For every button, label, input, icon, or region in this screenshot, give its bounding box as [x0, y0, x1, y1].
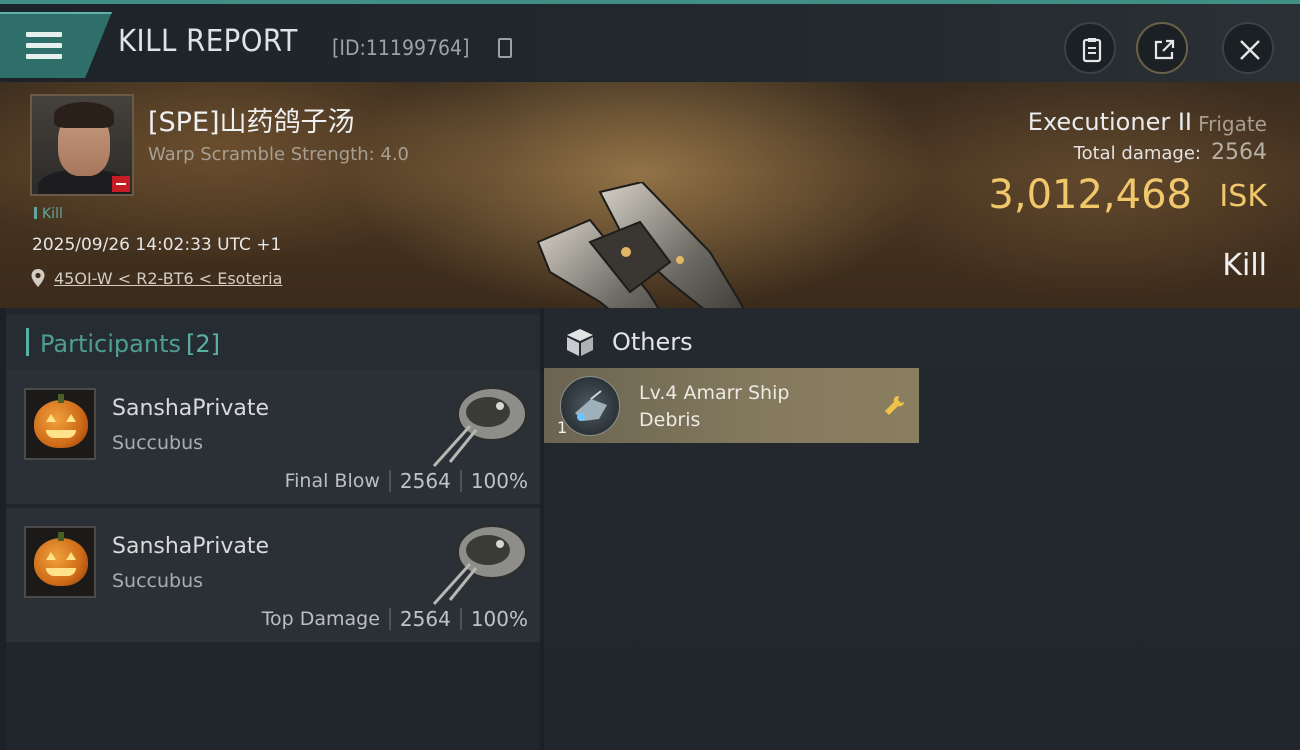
victim-avatar[interactable] [30, 94, 134, 196]
location-pin-icon [31, 269, 45, 287]
menu-icon [26, 32, 62, 62]
participant-row[interactable]: SanshaPrivate Succubus Final Blow 2564 1… [6, 370, 540, 504]
item-quantity: 1 [557, 418, 568, 437]
participants-label: Participants [40, 330, 181, 358]
close-button[interactable] [1222, 22, 1274, 74]
isk-value: 3,012,468 [988, 172, 1192, 218]
participant-ship: Succubus [112, 432, 204, 454]
menu-button[interactable] [0, 12, 112, 78]
participant-stats: Final Blow 2564 100% [285, 469, 528, 493]
close-icon [1240, 40, 1260, 60]
participant-avatar [24, 388, 96, 460]
participants-panel: Participants [2] SanshaPrivate Succubus … [6, 308, 540, 750]
isk-unit: ISK [1219, 179, 1267, 214]
participants-count: [2] [186, 330, 220, 358]
participant-name: SanshaPrivate [112, 534, 269, 559]
corp-badge-icon [112, 176, 130, 192]
share-button[interactable] [1136, 22, 1188, 74]
cube-icon [567, 329, 593, 356]
participant-avatar [24, 526, 96, 598]
others-panel: Others 1 Lv.4 Amarr Ship Debris [544, 308, 1300, 750]
copy-icon[interactable] [498, 38, 512, 58]
victim-ship-class: Frigate [1198, 112, 1267, 136]
participant-percent: 100% [470, 469, 528, 493]
kill-location-link[interactable]: 45OI-W < R2-BT6 < Esoteria [54, 269, 282, 288]
page-title: KILL REPORT [118, 24, 298, 59]
kill-timestamp: 2025/09/26 14:02:33 UTC +1 [32, 235, 282, 255]
warp-scramble-strength: Warp Scramble Strength: 4.0 [148, 144, 410, 165]
clipboard-icon [1082, 38, 1102, 63]
victim-banner: [SPE]山药鸽子汤 Warp Scramble Strength: 4.0 K… [0, 82, 1300, 371]
participant-damage: 2564 [399, 469, 451, 493]
kill-tag: Kill [34, 206, 63, 222]
total-damage-label: Total damage: [1073, 143, 1201, 164]
clipboard-button[interactable] [1064, 22, 1116, 74]
others-header: Others [544, 322, 1300, 362]
participant-role: Top Damage [261, 608, 380, 630]
participant-damage: 2564 [399, 607, 451, 631]
participants-header: Participants [2] [6, 314, 540, 372]
pumpkin-icon [34, 532, 88, 586]
wrench-icon[interactable] [883, 394, 907, 418]
share-icon [1154, 39, 1175, 60]
participant-ship: Succubus [112, 570, 204, 592]
participant-stats: Top Damage 2564 100% [262, 607, 528, 631]
participant-percent: 100% [470, 607, 528, 631]
item-name: Lv.4 Amarr Ship Debris [639, 382, 790, 431]
participant-row[interactable]: SanshaPrivate Succubus Top Damage 2564 1… [6, 508, 540, 642]
participant-role: Final Blow [284, 470, 380, 492]
report-id: [ID:11199764] [332, 36, 470, 60]
dropped-item-card[interactable]: 1 Lv.4 Amarr Ship Debris [544, 368, 919, 443]
others-label: Others [612, 328, 693, 356]
debris-item-icon [560, 376, 620, 436]
pumpkin-icon [34, 394, 88, 448]
kill-result: Kill [1222, 248, 1267, 283]
total-damage-value: 2564 [1211, 140, 1267, 165]
victim-pilot-name[interactable]: [SPE]山药鸽子汤 [148, 100, 355, 139]
participant-ship-image [432, 525, 527, 606]
participant-name: SanshaPrivate [112, 396, 269, 421]
participant-ship-image [432, 387, 527, 468]
header-bar: KILL REPORT [ID:11199764] [0, 4, 1300, 82]
victim-ship-name[interactable]: Executioner II [1028, 108, 1192, 136]
